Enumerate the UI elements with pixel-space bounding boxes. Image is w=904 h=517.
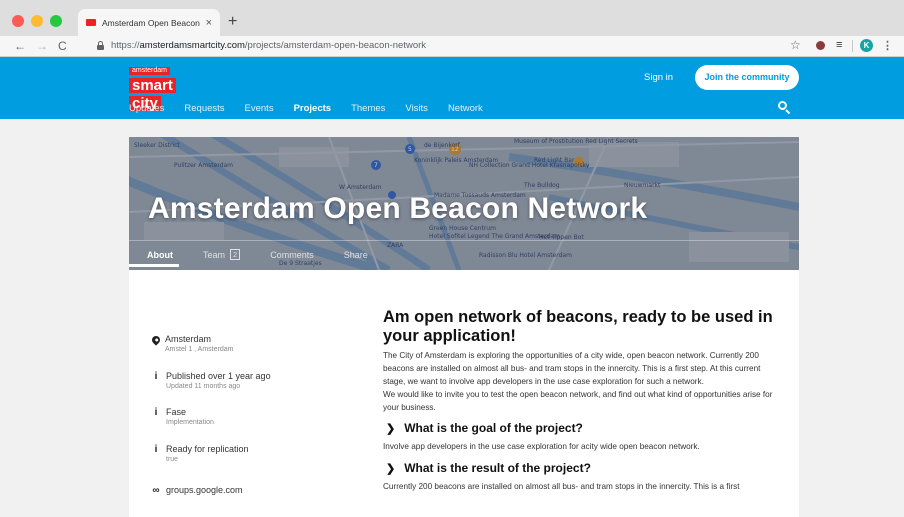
- meta-location-sub: Amstel 1 , Amsterdam: [165, 346, 234, 353]
- meta-link[interactable]: ∞ groups.google.com: [149, 485, 243, 496]
- meta-location: Amsterdam Amstel 1 , Amsterdam: [149, 334, 233, 354]
- close-window-button[interactable]: [12, 15, 24, 27]
- meta-replication-main: Ready for replication: [166, 444, 249, 454]
- tab-team[interactable]: Team 2: [203, 249, 241, 260]
- back-icon[interactable]: ←: [14, 39, 26, 53]
- tab-close-icon[interactable]: ×: [206, 17, 212, 29]
- nav-events[interactable]: Events: [245, 103, 274, 114]
- meta-link-main[interactable]: groups.google.com: [166, 485, 243, 496]
- browser-toolbar: ← → C https://amsterdamsmartcity.com/pro…: [0, 36, 904, 57]
- toolbar-divider: [852, 40, 853, 52]
- maximize-window-button[interactable]: [50, 15, 62, 27]
- tab-share[interactable]: Share: [344, 250, 368, 260]
- nav-requests[interactable]: Requests: [184, 103, 224, 114]
- browser-chrome: Amsterdam Open Beacon Netw × + ← → C htt…: [0, 0, 904, 57]
- info-icon: i: [154, 407, 158, 418]
- info-icon: i: [154, 371, 158, 382]
- favicon-icon: [86, 19, 96, 26]
- meta-phase: i Fase Implementation: [149, 407, 214, 427]
- result-heading: ❯ What is the result of the project?: [383, 461, 773, 475]
- content-invite: We would like to invite you to test the …: [383, 390, 773, 412]
- bookmark-star-icon[interactable]: ☆: [790, 38, 801, 52]
- tab-team-label: Team: [203, 249, 226, 260]
- extension-icon[interactable]: [816, 41, 825, 50]
- goal-text: Involve app developers in the use case e…: [383, 442, 700, 451]
- logo-word-smart: smart: [129, 78, 176, 93]
- goal-heading: ❯ What is the goal of the project?: [383, 421, 773, 435]
- project-description: Am open network of beacons, ready to be …: [383, 308, 773, 493]
- browser-tab[interactable]: Amsterdam Open Beacon Netw ×: [78, 9, 220, 36]
- goal-title: What is the goal of the project?: [404, 421, 583, 435]
- site-header: amsterdam smart city Sign in Join the co…: [0, 57, 904, 119]
- meta-location-main: Amsterdam: [165, 334, 212, 344]
- lock-icon: [97, 41, 104, 50]
- url-path: /projects/amsterdam-open-beacon-network: [244, 40, 427, 51]
- forward-icon[interactable]: →: [36, 39, 48, 53]
- meta-phase-sub: Implementation: [166, 419, 214, 426]
- team-count-badge: 2: [230, 249, 241, 260]
- result-text: Currently 200 beacons are installed on a…: [383, 482, 740, 491]
- link-icon: ∞: [152, 485, 160, 496]
- hero-divider: [129, 240, 799, 241]
- main-nav: Updates Requests Events Projects Themes …: [129, 103, 503, 114]
- sign-in-link[interactable]: Sign in: [644, 72, 673, 83]
- reload-icon[interactable]: C: [58, 39, 67, 53]
- extension-menu-icon[interactable]: ≡: [836, 39, 842, 51]
- search-icon[interactable]: [778, 101, 791, 115]
- nav-updates[interactable]: Updates: [129, 103, 164, 114]
- tab-share-label: Share: [343, 249, 368, 260]
- tab-title: Amsterdam Open Beacon Netw: [102, 17, 202, 28]
- browser-menu-icon[interactable]: ⋮: [882, 39, 893, 52]
- project-card: Amsterdam Amstel 1 , Amsterdam i Publish…: [129, 270, 799, 517]
- url-host: amsterdamsmartcity.com: [139, 40, 245, 51]
- chevron-right-icon: ❯: [386, 462, 396, 475]
- chevron-right-icon: ❯: [386, 422, 396, 435]
- info-icon: i: [154, 444, 158, 455]
- meta-published: i Published over 1 year ago Updated 11 m…: [149, 371, 271, 391]
- project-tabs: About Team 2 Comments Share: [147, 249, 398, 260]
- logo-top-text: amsterdam: [129, 67, 171, 75]
- nav-projects[interactable]: Projects: [294, 103, 332, 114]
- profile-avatar[interactable]: K: [860, 39, 873, 52]
- tab-about[interactable]: About: [147, 250, 173, 260]
- minimize-window-button[interactable]: [31, 15, 43, 27]
- tab-comments-label: Comments: [270, 249, 314, 260]
- active-tab-indicator: [129, 264, 179, 267]
- tab-comments[interactable]: Comments: [270, 250, 314, 260]
- url-scheme: https://: [111, 40, 140, 51]
- result-title: What is the result of the project?: [404, 461, 591, 475]
- content-intro: The City of Amsterdam is exploring the o…: [383, 351, 761, 386]
- join-community-button[interactable]: Join the community: [695, 65, 799, 90]
- pin-icon: [150, 334, 162, 346]
- meta-published-main: Published over 1 year ago: [166, 371, 271, 381]
- window-controls: [12, 15, 62, 27]
- content-heading: Am open network of beacons, ready to be …: [383, 308, 773, 345]
- nav-network[interactable]: Network: [448, 103, 483, 114]
- project-hero: 7 5 12 Sleeker District Pulitzer Amsterd…: [129, 137, 799, 270]
- nav-themes[interactable]: Themes: [351, 103, 385, 114]
- tab-about-label: About: [147, 249, 173, 260]
- meta-replication: i Ready for replication true: [149, 444, 249, 464]
- meta-replication-sub: true: [166, 456, 179, 463]
- nav-visits[interactable]: Visits: [405, 103, 428, 114]
- project-title: Amsterdam Open Beacon Network: [148, 192, 648, 225]
- address-bar[interactable]: https://amsterdamsmartcity.com/projects/…: [111, 40, 426, 51]
- new-tab-button[interactable]: +: [228, 14, 237, 30]
- meta-phase-main: Fase: [166, 407, 187, 417]
- meta-published-sub: Updated 11 months ago: [166, 383, 241, 390]
